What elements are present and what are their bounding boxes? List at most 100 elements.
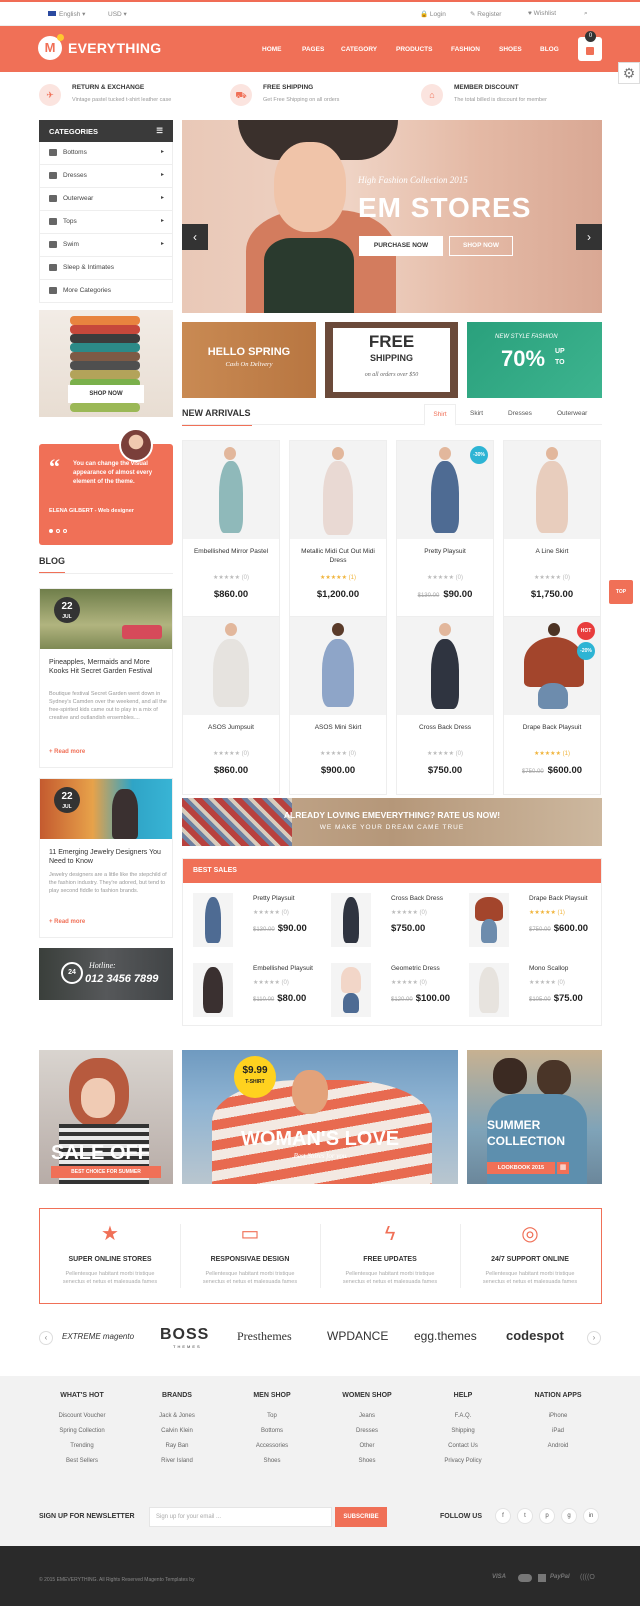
best-sales-item[interactable]: Drape Back Playsuit ★★★★★ (1) $750.00 $60… — [461, 893, 599, 953]
subscribe-button[interactable]: SUBSCRIBE — [335, 1507, 387, 1527]
category-dresses[interactable]: Dresses ▸ — [39, 165, 173, 188]
blog-post-title[interactable]: Pineapples, Mermaids and More Kooks Hit … — [49, 658, 167, 676]
blog-post-title[interactable]: 11 Emerging Jewelry Designers You Need t… — [49, 848, 167, 866]
product-name[interactable]: Mono Scallop — [529, 965, 568, 972]
product-card[interactable]: ASOS Jumpsuit ★★★★★ (0) $860.00 — [182, 616, 280, 795]
tab-outerwear[interactable]: Outerwear — [557, 410, 587, 417]
product-name[interactable]: Embellished Mirror Pastel — [187, 547, 275, 556]
categories-header[interactable]: CATEGORIES ☰ — [39, 120, 173, 142]
slider-shop-now-button[interactable]: SHOP NOW — [449, 236, 513, 256]
product-card[interactable]: -30% Pretty Playsuit ★★★★★ (0) $130.00 $9… — [396, 440, 494, 619]
product-image[interactable] — [504, 441, 600, 539]
footer-link[interactable]: River Island — [127, 1454, 227, 1469]
product-card[interactable]: Embellished Mirror Pastel ★★★★★ (0) $860… — [182, 440, 280, 619]
best-sales-item[interactable]: Embellished Playsuit ★★★★★ (0) $110.00 $8… — [185, 963, 323, 1023]
product-name[interactable]: Cross Back Dress — [391, 895, 443, 902]
product-name[interactable]: Pretty Playsuit — [401, 547, 489, 556]
nav-fashion[interactable]: FASHION — [451, 46, 480, 53]
product-thumb[interactable] — [469, 893, 509, 947]
category-outerwear[interactable]: Outerwear ▸ — [39, 188, 173, 211]
login-link[interactable]: 🔒 Login — [420, 10, 446, 18]
currency-select[interactable]: USD ▾ — [108, 10, 127, 18]
nav-products[interactable]: PRODUCTS — [396, 46, 432, 53]
google-plus-icon[interactable]: g — [561, 1508, 577, 1524]
womans-love-banner[interactable]: $9.99 T-SHIRT WOMAN'S LOVE Best Stores f… — [182, 1050, 458, 1184]
category-sleep[interactable]: Sleep & Intimates — [39, 257, 173, 280]
linkedin-icon[interactable]: in — [583, 1508, 599, 1524]
purchase-now-button[interactable]: PURCHASE NOW — [359, 236, 443, 256]
best-sales-item[interactable]: Pretty Playsuit ★★★★★ (0) $130.00 $90.00 — [185, 893, 323, 953]
register-link[interactable]: ✎ Register — [470, 10, 501, 18]
tab-dresses[interactable]: Dresses — [508, 410, 532, 417]
product-card[interactable]: A Line Skirt ★★★★★ (0) $1,750.00 — [503, 440, 601, 619]
search-icon[interactable]: ⌕ — [584, 10, 588, 18]
footer-link[interactable]: Top — [222, 1409, 322, 1424]
footer-link[interactable]: Ray Ban — [127, 1439, 227, 1454]
brand-logo-magento[interactable]: EXTREME magento — [62, 1332, 134, 1341]
gear-icon[interactable]: ⚙ — [618, 62, 640, 84]
nav-category[interactable]: CATEGORY — [341, 46, 377, 53]
product-image[interactable] — [397, 617, 493, 715]
product-card[interactable]: Cross Back Dress ★★★★★ (0) $750.00 — [396, 616, 494, 795]
category-more[interactable]: More Categories — [39, 280, 173, 303]
free-shipping-banner[interactable]: FREE SHIPPING on all orders over $50 — [325, 322, 458, 398]
read-more-link[interactable]: + Read more — [49, 919, 85, 925]
footer-link[interactable]: iPad — [508, 1424, 608, 1439]
blog-post-card[interactable]: 22 JUL Pineapples, Mermaids and More Kook… — [39, 588, 173, 768]
product-card[interactable]: Metallic Midi Cut Out Midi Dress ★★★★★ (… — [289, 440, 387, 619]
product-name[interactable]: Drape Back Playsuit — [508, 723, 596, 732]
product-thumb[interactable] — [331, 963, 371, 1017]
product-name[interactable]: A Line Skirt — [508, 547, 596, 556]
dot[interactable] — [56, 529, 60, 533]
nav-home[interactable]: HOME — [262, 46, 282, 53]
sale-70-banner[interactable]: NEW STYLE FASHION 70% UP TO — [467, 322, 602, 398]
slider-next-button[interactable]: › — [576, 224, 602, 250]
rate-us-banner[interactable]: ALREADY LOVING EMEVERYTHING? RATE US NOW… — [182, 798, 602, 846]
hello-spring-banner[interactable]: HELLO SPRING Cash On Delivery — [182, 322, 316, 398]
brands-next-button[interactable]: › — [587, 1331, 601, 1345]
footer-link[interactable]: Discount Voucher — [32, 1409, 132, 1424]
language-select[interactable]: English ▾ — [48, 10, 85, 18]
product-card[interactable]: ASOS Mini Skirt ★★★★★ (0) $900.00 — [289, 616, 387, 795]
footer-link[interactable]: Bottoms — [222, 1424, 322, 1439]
nav-shoes[interactable]: SHOES — [499, 46, 522, 53]
product-thumb[interactable] — [193, 963, 233, 1017]
product-name[interactable]: ASOS Mini Skirt — [294, 723, 382, 732]
footer-link[interactable]: Calvin Klein — [127, 1424, 227, 1439]
slider-prev-button[interactable]: ‹ — [182, 224, 208, 250]
best-sales-item[interactable]: Cross Back Dress ★★★★★ (0) $750.00 — [323, 893, 461, 953]
product-image[interactable] — [290, 617, 386, 715]
best-sales-item[interactable]: Mono Scallop ★★★★★ (0) $105.00 $75.00 — [461, 963, 599, 1023]
footer-link[interactable]: Trending — [32, 1439, 132, 1454]
summer-collection-banner[interactable]: SUMMER COLLECTION LOOKBOOK 2015 ▦ — [467, 1050, 602, 1184]
twitter-icon[interactable]: t — [517, 1508, 533, 1524]
newsletter-email-input[interactable]: Sign up for your email ... — [149, 1507, 332, 1527]
nav-pages[interactable]: PAGES — [302, 46, 324, 53]
product-thumb[interactable] — [193, 893, 233, 947]
tab-shirt[interactable]: Shirt — [424, 404, 456, 426]
footer-link[interactable]: Other — [317, 1439, 417, 1454]
product-name[interactable]: Pretty Playsuit — [253, 895, 295, 902]
product-thumb[interactable] — [331, 893, 371, 947]
product-thumb[interactable] — [469, 963, 509, 1017]
footer-link[interactable]: F.A.Q. — [413, 1409, 513, 1424]
testimonial-dots[interactable] — [49, 528, 70, 535]
footer-link[interactable]: Accessories — [222, 1439, 322, 1454]
best-sales-item[interactable]: Geometric Dress ★★★★★ (0) $120.00 $100.00 — [323, 963, 461, 1023]
wishlist-link[interactable]: ♥ Wishlist — [528, 10, 556, 17]
product-image[interactable] — [183, 441, 279, 539]
footer-link[interactable]: Shoes — [222, 1454, 322, 1469]
footer-link[interactable]: Android — [508, 1439, 608, 1454]
product-name[interactable]: Geometric Dress — [391, 965, 440, 972]
shop-now-button[interactable]: SHOP NOW — [68, 385, 144, 403]
blog-post-card[interactable]: 22 JUL 11 Emerging Jewelry Designers You … — [39, 778, 173, 938]
footer-link[interactable]: Dresses — [317, 1424, 417, 1439]
footer-link[interactable]: Contact Us — [413, 1439, 513, 1454]
footer-link[interactable]: Best Sellers — [32, 1454, 132, 1469]
read-more-link[interactable]: + Read more — [49, 749, 85, 755]
footer-link[interactable]: iPhone — [508, 1409, 608, 1424]
brand-logo-codespot[interactable]: codespot — [506, 1328, 564, 1343]
site-logo-text[interactable]: EVERYTHING — [68, 40, 162, 56]
footer-link[interactable]: Privacy Policy — [413, 1454, 513, 1469]
back-to-top-button[interactable]: TOP — [609, 580, 633, 604]
